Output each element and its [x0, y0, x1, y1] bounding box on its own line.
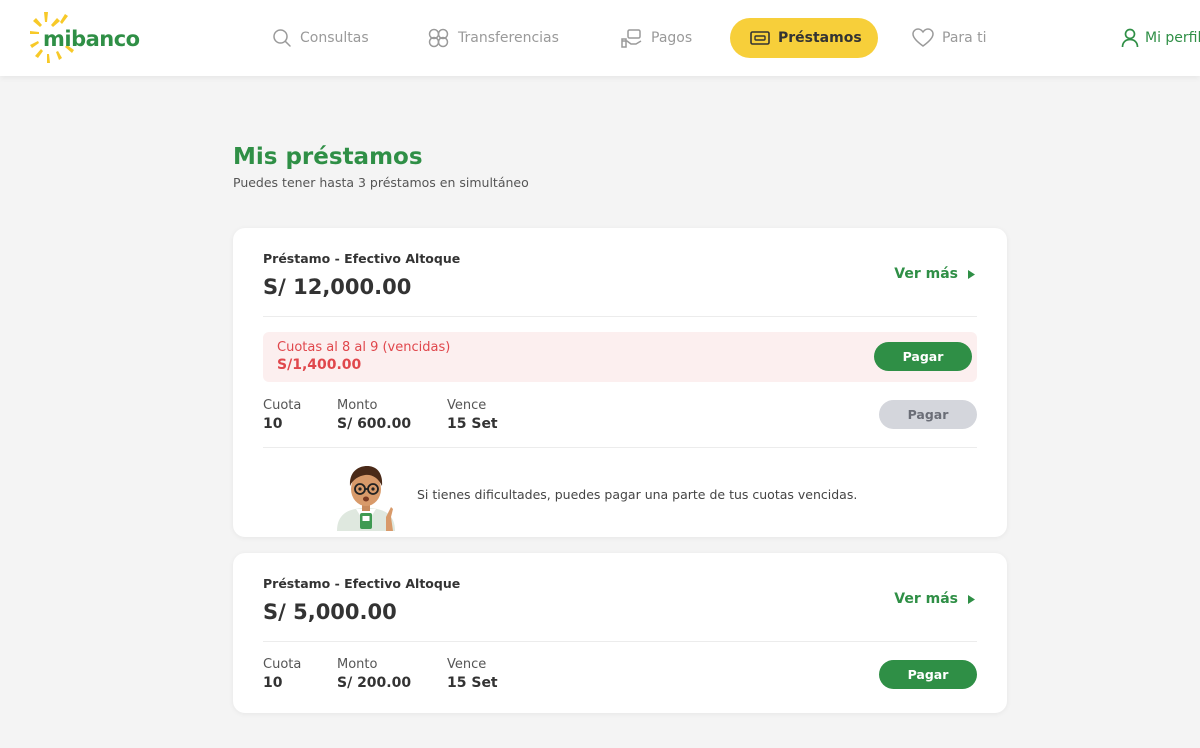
- top-navigation-bar: mibanco Consultas Transferencias Pagos P…: [0, 0, 1200, 76]
- cuota-label: Cuota: [263, 657, 302, 672]
- profile-link[interactable]: Mi perfil: [1121, 18, 1200, 58]
- pay-overdue-button[interactable]: Pagar: [874, 342, 972, 371]
- see-more-label: Ver más: [894, 591, 958, 607]
- cuota-label: Cuota: [263, 398, 302, 413]
- cuota-value: 10: [263, 675, 283, 691]
- monto-label: Monto: [337, 657, 378, 672]
- vence-label: Vence: [447, 398, 487, 413]
- monto-value: S/ 200.00: [337, 675, 412, 691]
- nav-item-para-ti[interactable]: Para ti: [912, 18, 987, 58]
- loan-amount: S/ 5,000.00: [263, 600, 397, 624]
- pay-installment-button[interactable]: Pagar: [879, 660, 977, 689]
- loan-card: Préstamo - Efectivo Altoque S/ 5,000.00 …: [233, 553, 1007, 713]
- cuota-value: 10: [263, 416, 283, 432]
- mibanco-logo[interactable]: mibanco: [30, 10, 145, 66]
- divider: [263, 641, 977, 642]
- loan-icon: [750, 31, 770, 45]
- divider: [263, 316, 977, 317]
- nav-label: Préstamos: [778, 30, 862, 46]
- transfer-icon: [428, 28, 449, 48]
- see-more-link[interactable]: Ver más: [894, 266, 975, 282]
- nav-item-transferencias[interactable]: Transferencias: [428, 18, 559, 58]
- monto-label: Monto: [337, 398, 378, 413]
- see-more-link[interactable]: Ver más: [894, 591, 975, 607]
- see-more-label: Ver más: [894, 266, 958, 282]
- nav-label: Para ti: [942, 30, 987, 46]
- caret-right-icon: [968, 269, 975, 279]
- nav-item-prestamos[interactable]: Préstamos: [730, 18, 878, 58]
- heart-icon: [912, 28, 934, 47]
- nav-item-pagos[interactable]: Pagos: [621, 18, 692, 58]
- search-icon: [273, 29, 291, 47]
- advisor-avatar: [331, 459, 401, 531]
- page-subtitle: Puedes tener hasta 3 préstamos en simult…: [233, 175, 529, 190]
- nav-label: Consultas: [300, 30, 369, 46]
- overdue-installments-banner: Cuotas al 8 al 9 (vencidas) S/1,400.00 P…: [263, 332, 977, 382]
- overdue-label: Cuotas al 8 al 9 (vencidas): [277, 340, 451, 355]
- advisor-illustration-icon: [337, 466, 395, 531]
- vence-value: 15 Set: [447, 416, 498, 432]
- loan-card: Préstamo - Efectivo Altoque S/ 12,000.00…: [233, 228, 1007, 537]
- payments-icon: [621, 29, 642, 48]
- divider: [263, 447, 977, 448]
- nav-label: Transferencias: [458, 30, 559, 46]
- loan-name: Préstamo - Efectivo Altoque: [263, 576, 461, 591]
- vence-label: Vence: [447, 657, 487, 672]
- user-icon: [1121, 28, 1139, 48]
- brand-name: mibanco: [43, 27, 140, 51]
- pay-installment-button-disabled[interactable]: Pagar: [879, 400, 977, 429]
- caret-right-icon: [968, 594, 975, 604]
- monto-value: S/ 600.00: [337, 416, 412, 432]
- profile-label: Mi perfil: [1145, 30, 1200, 46]
- tip-text: Si tienes dificultades, puedes pagar una…: [417, 487, 858, 502]
- vence-value: 15 Set: [447, 675, 498, 691]
- loan-name: Préstamo - Efectivo Altoque: [263, 251, 461, 266]
- page-title: Mis préstamos: [233, 144, 423, 170]
- nav-label: Pagos: [651, 30, 693, 46]
- loan-amount: S/ 12,000.00: [263, 275, 412, 299]
- overdue-amount: S/1,400.00: [277, 357, 362, 373]
- nav-item-consultas[interactable]: Consultas: [272, 18, 369, 58]
